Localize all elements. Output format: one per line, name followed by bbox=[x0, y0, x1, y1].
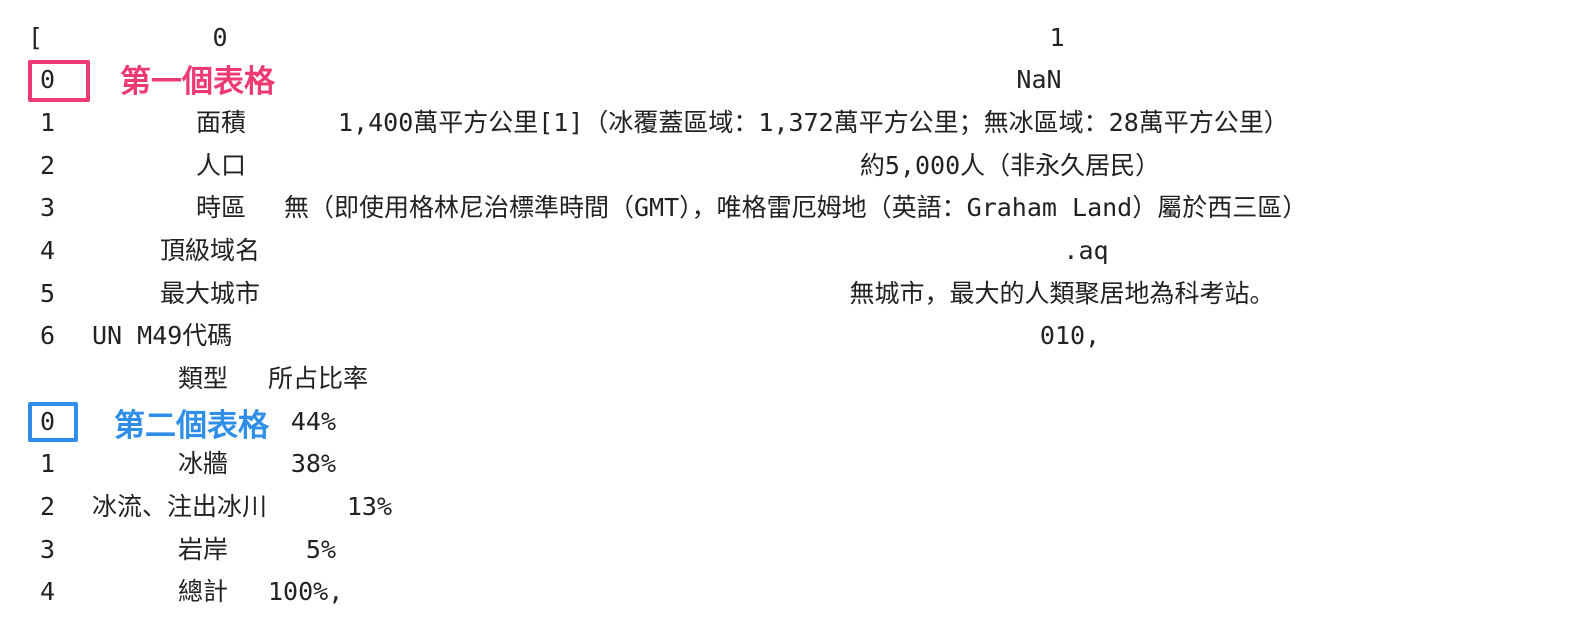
row-index: 1 bbox=[40, 108, 56, 137]
second-table-annotation: 第二個表格 bbox=[114, 408, 269, 444]
row-index: 3 bbox=[40, 535, 56, 564]
table-cell: NaN bbox=[1016, 65, 1062, 94]
table-cell: 無（即使用格林尼治標準時間（GMT），唯格雷厄姆地（英語：Graham Land… bbox=[284, 193, 1308, 222]
row-index: 6 bbox=[40, 321, 56, 350]
table2-col-header-1: 所占比率 bbox=[268, 364, 369, 393]
row-index: 3 bbox=[40, 193, 56, 222]
table-cell: 100%, bbox=[268, 577, 344, 606]
second-table-highlight-box bbox=[28, 402, 78, 442]
table-cell: 人口 bbox=[196, 151, 247, 180]
row-index: 1 bbox=[40, 449, 56, 478]
first-table-annotation: 第一個表格 bbox=[120, 64, 275, 100]
table-cell: 時區 bbox=[196, 193, 247, 222]
table-cell: 約5,000人（非永久居民） bbox=[859, 151, 1161, 180]
table-cell: 冰流、注出冰川 bbox=[92, 492, 268, 521]
table1-col-header-1: 1 bbox=[1049, 23, 1065, 52]
table-cell: 冰牆 bbox=[178, 449, 229, 478]
table-cell: 無城市，最大的人類聚居地為科考站。 bbox=[849, 279, 1275, 308]
table-cell: 5% bbox=[305, 535, 336, 564]
table1-col-header-0: 0 bbox=[212, 23, 228, 52]
table-cell: 總計 bbox=[178, 577, 229, 606]
table-cell: .aq bbox=[1063, 236, 1109, 265]
table-cell: 13% bbox=[346, 492, 392, 521]
table-cell: 010, bbox=[1039, 321, 1101, 350]
row-index: 5 bbox=[40, 279, 56, 308]
first-table-highlight-box bbox=[28, 60, 90, 102]
row-index: 4 bbox=[40, 236, 56, 265]
table2-col-header-0: 類型 bbox=[178, 364, 229, 393]
table-cell: 最大城市 bbox=[160, 279, 261, 308]
table-cell: UN M49代碼 bbox=[92, 321, 233, 350]
open-bracket: [ bbox=[28, 23, 44, 52]
row-index: 2 bbox=[40, 151, 56, 180]
table-cell: 1,400萬平方公里[1]（冰覆蓋區域：1,372萬平方公里；無冰區域：28萬平… bbox=[338, 108, 1289, 137]
table-cell: 38% bbox=[290, 449, 336, 478]
table-cell: 44% bbox=[290, 407, 336, 436]
row-index: 4 bbox=[40, 577, 56, 606]
table-cell: 面積 bbox=[196, 108, 247, 137]
table-cell: 岩岸 bbox=[178, 535, 229, 564]
table-cell: 頂級域名 bbox=[160, 236, 261, 265]
row-index: 2 bbox=[40, 492, 56, 521]
